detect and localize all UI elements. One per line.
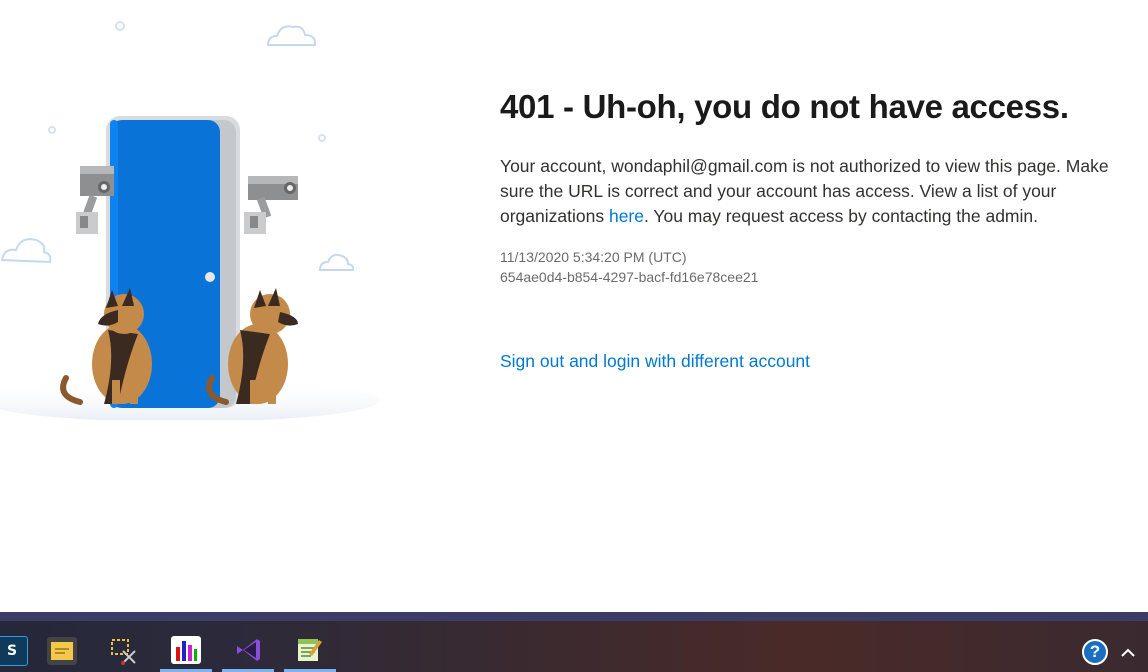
error-details: 11/13/2020 5:34:20 PM (UTC) 654ae0d4-b85… [500, 247, 1130, 287]
snipping-tool-icon [109, 637, 139, 665]
sparkle-dot [115, 21, 125, 31]
page-title: 401 - Uh-oh, you do not have access. [500, 88, 1069, 125]
security-camera-right-icon [244, 176, 298, 234]
sticky-notes-icon [47, 637, 77, 665]
help-icon[interactable]: ? [1082, 639, 1108, 665]
error-content: 401 - Uh-oh, you do not have access. You… [500, 88, 1130, 287]
notepad-plus-icon [295, 636, 325, 664]
sparkle-dot [318, 134, 326, 142]
performance-monitor-icon [171, 635, 201, 664]
door-knob [205, 272, 215, 282]
taskbar-app-s[interactable]: S [0, 630, 38, 672]
activity-id: 654ae0d4-b854-4297-bacf-fd16e78cee21 [500, 269, 759, 285]
access-denied-illustration [0, 21, 380, 420]
organizations-link[interactable]: here [609, 206, 644, 226]
message-text-suffix: . You may request access by contacting t… [644, 206, 1038, 226]
error-page: 401 - Uh-oh, you do not have access. You… [0, 0, 1148, 612]
taskbar: S ? [0, 612, 1148, 672]
sparkle-dot [48, 126, 56, 134]
taskbar-sticky-notes[interactable] [36, 630, 88, 672]
signout-link[interactable]: Sign out and login with different accoun… [500, 351, 810, 372]
app-s-icon: S [0, 636, 28, 666]
visual-studio-icon [233, 636, 263, 664]
taskbar-notepad-plus[interactable] [284, 630, 336, 672]
chevron-up-icon[interactable] [1118, 643, 1138, 663]
error-message: Your account, wondaphil@gmail.com is not… [500, 154, 1130, 229]
taskbar-performance-monitor[interactable] [160, 630, 212, 672]
timestamp: 11/13/2020 5:34:20 PM (UTC) [500, 249, 687, 265]
taskbar-snipping-tool[interactable] [98, 630, 150, 672]
taskbar-visual-studio[interactable] [222, 630, 274, 672]
